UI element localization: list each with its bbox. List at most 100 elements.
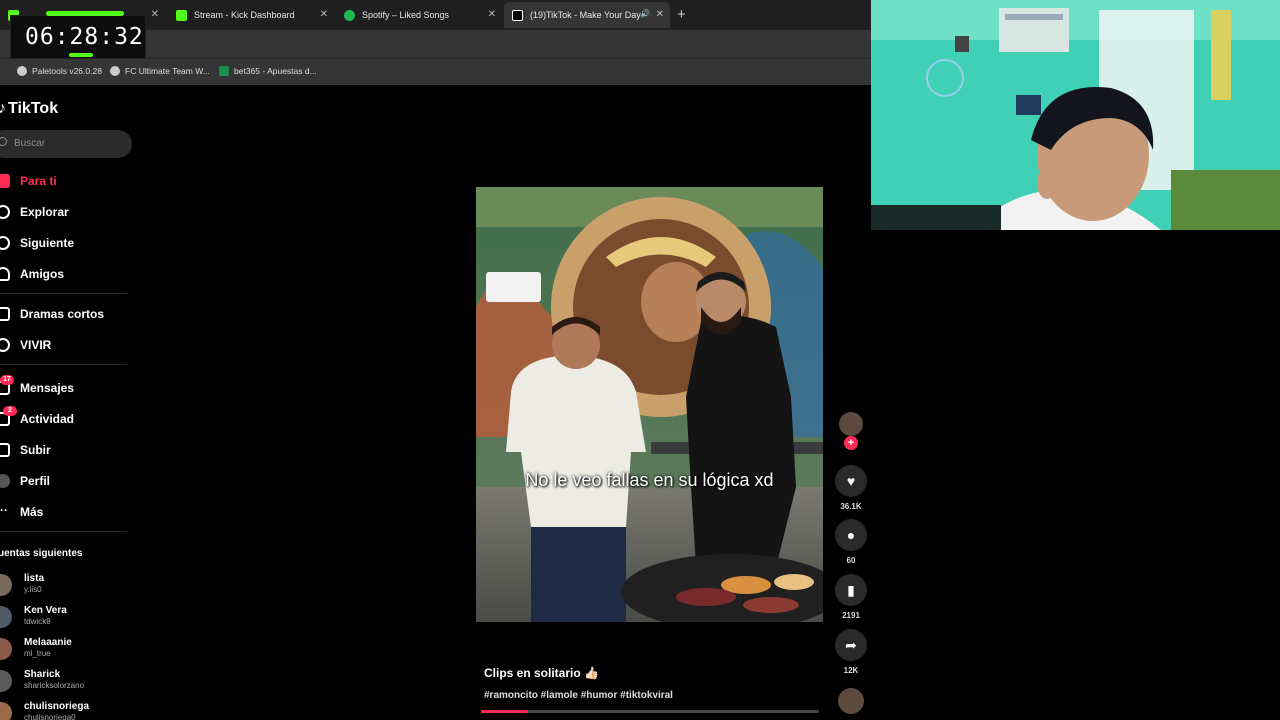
account-handle: sharicksolorzano: [24, 681, 85, 690]
video-frame: [476, 187, 823, 622]
empty-canvas-area: [871, 230, 1280, 720]
timer-digits: 06:28:32: [25, 24, 144, 50]
close-icon[interactable]: ✕: [320, 9, 328, 20]
close-icon[interactable]: ✕: [656, 9, 664, 20]
nav-label: Actividad: [20, 412, 75, 426]
video-player[interactable]: No le veo fallas en su lógica xd: [476, 187, 823, 622]
friends-icon: [0, 267, 10, 281]
nav-label: Más: [20, 505, 44, 519]
account-name: Melaaanie: [24, 637, 72, 648]
creator-avatar[interactable]: [839, 412, 863, 436]
video-hashtags[interactable]: #ramoncito #lamole #humor #tiktokviral: [484, 690, 673, 701]
bookmark-bet365[interactable]: bet365 - Apuestas d...: [219, 66, 317, 76]
account-name: Sharick: [24, 669, 61, 680]
account-handle: tdwick8: [24, 617, 51, 626]
share-button[interactable]: ➦ 12K: [835, 629, 867, 675]
tab-label: Stream - Kick Dashboard: [194, 10, 295, 20]
screen: ✕ Stream - Kick Dashboard ✕ Spotify – Li…: [0, 0, 1280, 720]
upload-icon: [0, 443, 10, 457]
bookmark-label: bet365 - Apuestas d...: [234, 66, 317, 76]
close-icon[interactable]: ✕: [488, 9, 496, 20]
like-count: 36.1K: [840, 502, 862, 511]
avatar: [0, 670, 12, 692]
avatar: [0, 574, 12, 596]
video-caption: No le veo fallas en su lógica xd: [525, 470, 774, 490]
comment-button[interactable]: ● 60: [835, 519, 867, 565]
globe-icon: [17, 66, 27, 76]
following-accounts-title: uentas siguientes: [0, 548, 83, 559]
more-icon: ···: [0, 503, 8, 517]
tab-tiktok[interactable]: (19)TikTok - Make Your Day 🔊 ✕: [504, 2, 670, 28]
kick-icon: [176, 9, 187, 21]
tiktok-icon: [512, 9, 523, 21]
share-icon: ➦: [835, 629, 867, 661]
profile-icon: [0, 474, 10, 488]
tab-spotify[interactable]: Spotify – Liked Songs ✕: [336, 2, 502, 28]
following-account[interactable]: Ken Vera tdwick8: [0, 604, 130, 636]
tiktok-logo[interactable]: ♪ TikTok: [0, 100, 58, 118]
kick-logo-bar: [69, 53, 93, 57]
bookmark-fc-ultimate-team[interactable]: FC Ultimate Team W...: [110, 66, 210, 76]
search-input[interactable]: Buscar: [0, 130, 132, 158]
nav-label: Perfil: [20, 474, 51, 488]
avatar: [0, 638, 12, 660]
video-title: Clips en solitario 👍🏻: [484, 666, 599, 680]
search-icon: [0, 137, 7, 146]
bookmarks-bar: Paletools v26.0.28 FC Ultimate Team W...…: [0, 58, 871, 85]
spotify-icon: [344, 9, 355, 21]
bookmark-label: FC Ultimate Team W...: [125, 66, 210, 76]
new-tab-button[interactable]: +: [677, 6, 686, 23]
video-progress-fill: [481, 710, 529, 713]
comment-count: 60: [846, 556, 856, 565]
account-handle: ml_true: [24, 649, 51, 658]
nav-label: Siguiente: [20, 236, 75, 250]
nav-label: VIVIR: [20, 338, 52, 352]
nav-label: Explorar: [20, 205, 69, 219]
bookmark-icon: ▮: [835, 574, 867, 606]
like-button[interactable]: ♥ 36.1K: [835, 465, 867, 511]
nav-divider: [0, 293, 127, 294]
following-account[interactable]: Melaaanie ml_true: [0, 636, 130, 668]
following-account[interactable]: Sharick sharicksolorzano: [0, 668, 130, 700]
video-progress-bar[interactable]: [481, 710, 819, 713]
follow-button[interactable]: +: [844, 436, 858, 450]
webcam-overlay: [871, 0, 1280, 230]
nav-divider: [0, 364, 127, 365]
audio-icon[interactable]: 🔊: [640, 9, 650, 18]
share-count: 12K: [843, 666, 859, 675]
close-icon[interactable]: ✕: [151, 9, 159, 20]
tab-kick-dashboard[interactable]: Stream - Kick Dashboard ✕: [168, 2, 334, 28]
search-placeholder: Buscar: [14, 138, 46, 149]
account-name: chulisnoriega: [24, 701, 90, 712]
music-disc-icon: [838, 688, 864, 714]
tiktok-icon: ♪: [0, 100, 6, 117]
tab-label: Spotify – Liked Songs: [362, 10, 450, 20]
account-name: Ken Vera: [24, 605, 67, 616]
following-account[interactable]: lista y.lis0: [0, 572, 130, 604]
home-icon: [0, 174, 10, 188]
bookmark-paletools[interactable]: Paletools v26.0.28: [17, 66, 102, 76]
sound-avatar[interactable]: [835, 688, 867, 714]
unread-badge: 2: [3, 406, 17, 416]
save-button[interactable]: ▮ 2191: [835, 574, 867, 620]
nav-label: Dramas cortos: [20, 307, 105, 321]
following-icon: [0, 236, 10, 250]
nav-divider: [0, 531, 127, 532]
globe-icon: [110, 66, 120, 76]
nav-label: Subir: [20, 443, 51, 457]
logo-text: TikTok: [8, 100, 59, 117]
tab-label: (19)TikTok - Make Your Day: [530, 10, 641, 20]
nav-label: Para ti: [20, 174, 57, 188]
drama-icon: [0, 307, 10, 321]
following-account[interactable]: chulisnoriega chulisnoriega0: [0, 700, 130, 720]
timer-accent-bar: [46, 11, 124, 16]
nav-label: Amigos: [20, 267, 65, 281]
unread-badge: 17: [0, 375, 14, 385]
save-count: 2191: [842, 611, 860, 620]
bookmark-label: Paletools v26.0.28: [32, 66, 102, 76]
webcam-frame: [871, 0, 1280, 230]
account-handle: chulisnoriega0: [24, 713, 76, 720]
avatar: [0, 702, 12, 720]
nav-label: Mensajes: [20, 381, 75, 395]
live-icon: [0, 338, 10, 352]
